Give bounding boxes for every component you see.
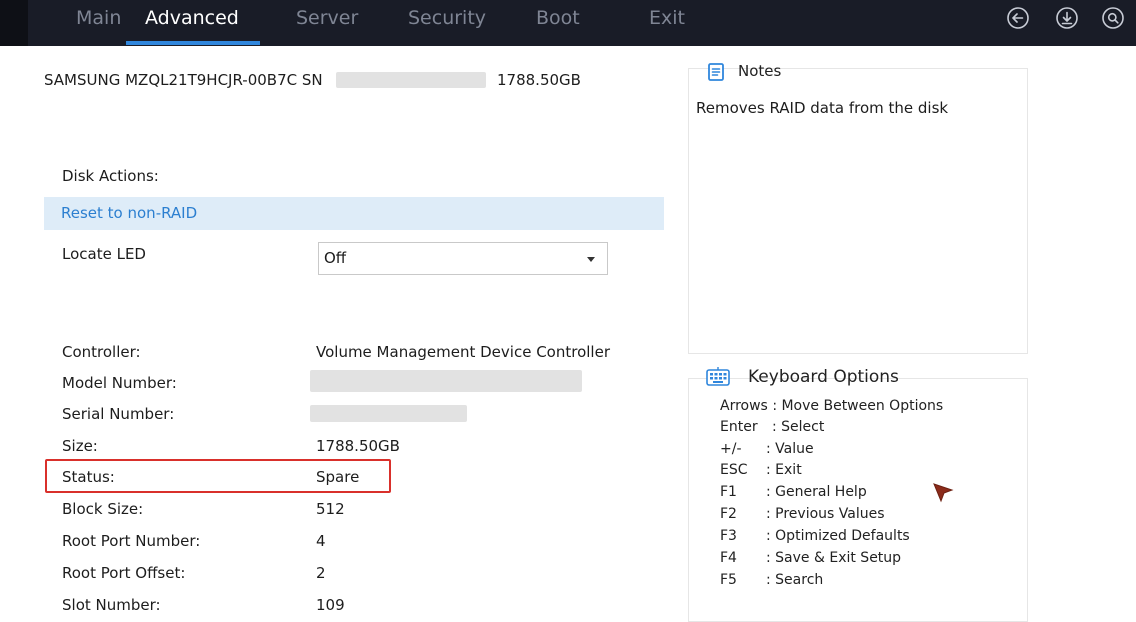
keyboard-option-enter: Enter : Select — [720, 418, 824, 436]
slot-number-label: Slot Number: — [62, 596, 161, 614]
disk-actions-label: Disk Actions: — [62, 167, 159, 185]
key-arrows-desc: : Move Between Options — [772, 398, 944, 414]
key-f2-desc: : Previous Values — [766, 506, 885, 522]
notes-icon — [708, 63, 724, 81]
key-enter: Enter — [720, 419, 758, 435]
back-icon[interactable] — [1006, 6, 1030, 30]
status-value: Spare — [316, 468, 360, 486]
active-tab-indicator — [126, 41, 260, 45]
controller-value: Volume Management Device Controller — [316, 343, 610, 361]
keyboard-options-title: Keyboard Options — [748, 367, 899, 387]
model-number-label: Model Number: — [62, 374, 177, 392]
notes-text: Removes RAID data from the disk — [696, 99, 949, 117]
tab-server[interactable]: Server — [296, 4, 358, 38]
tab-exit[interactable]: Exit — [649, 4, 685, 38]
status-label: Status: — [62, 468, 115, 486]
key-f5: F5 — [720, 572, 737, 588]
save-icon[interactable] — [1055, 6, 1079, 30]
key-f3-desc: : Optimized Defaults — [766, 528, 910, 544]
locate-led-value: Off — [324, 249, 347, 267]
keyboard-option-f4: F4 : Save & Exit Setup — [720, 549, 901, 567]
key-plus-minus: +/- — [720, 441, 742, 457]
mouse-cursor-icon — [933, 483, 954, 503]
keyboard-option-f5: F5 : Search — [720, 571, 823, 589]
locate-led-label: Locate LED — [62, 245, 146, 263]
top-menu-bar: Main Advanced Server Security Boot Exit — [0, 0, 1136, 46]
slot-number-value: 109 — [316, 596, 345, 614]
model-number-redacted — [310, 370, 582, 392]
reset-to-non-raid-row[interactable]: Reset to non-RAID — [44, 197, 664, 230]
serial-redacted — [336, 72, 486, 88]
serial-number-label: Serial Number: — [62, 405, 175, 423]
keyboard-option-f1: F1 : General Help — [720, 483, 867, 501]
block-size-value: 512 — [316, 500, 345, 518]
size-label: Size: — [62, 437, 98, 455]
keyboard-option-f3: F3 : Optimized Defaults — [720, 527, 910, 545]
search-icon[interactable] — [1101, 6, 1125, 30]
controller-label: Controller: — [62, 343, 141, 361]
key-plus-minus-desc: : Value — [766, 441, 814, 457]
keyboard-option-f2: F2 : Previous Values — [720, 505, 885, 523]
key-f5-desc: : Search — [766, 572, 824, 588]
tab-main[interactable]: Main — [76, 4, 121, 38]
key-f1-desc: : General Help — [766, 484, 867, 500]
root-port-number-label: Root Port Number: — [62, 532, 201, 550]
key-esc-desc: : Exit — [766, 462, 802, 478]
tab-advanced[interactable]: Advanced — [145, 4, 239, 38]
root-port-offset-value: 2 — [316, 564, 326, 582]
key-f2: F2 — [720, 506, 737, 522]
root-port-number-value: 4 — [316, 532, 326, 550]
tab-boot[interactable]: Boot — [536, 4, 580, 38]
key-f1: F1 — [720, 484, 737, 500]
notes-title: Notes — [738, 62, 782, 80]
disk-model-text: SAMSUNG MZQL21T9HCJR-00B7C SN — [44, 71, 323, 89]
key-f4-desc: : Save & Exit Setup — [766, 550, 902, 566]
disk-size-text: 1788.50GB — [497, 71, 581, 89]
block-size-label: Block Size: — [62, 500, 144, 518]
key-enter-desc: : Select — [772, 419, 825, 435]
key-esc: ESC — [720, 462, 748, 478]
reset-to-non-raid-label: Reset to non-RAID — [61, 204, 198, 222]
locate-led-select[interactable]: Off — [318, 242, 608, 275]
menu-bar-edge — [0, 0, 28, 46]
key-arrows: Arrows — [720, 398, 768, 414]
size-value: 1788.50GB — [316, 437, 400, 455]
serial-number-redacted — [310, 405, 467, 422]
tab-security[interactable]: Security — [408, 4, 486, 38]
key-f3: F3 — [720, 528, 737, 544]
keyboard-option-value: +/- : Value — [720, 440, 814, 458]
keyboard-option-esc: ESC : Exit — [720, 461, 802, 479]
keyboard-icon — [706, 367, 730, 386]
root-port-offset-label: Root Port Offset: — [62, 564, 186, 582]
keyboard-option-arrows: Arrows : Move Between Options — [720, 397, 943, 415]
chevron-down-icon — [587, 257, 595, 262]
key-f4: F4 — [720, 550, 737, 566]
